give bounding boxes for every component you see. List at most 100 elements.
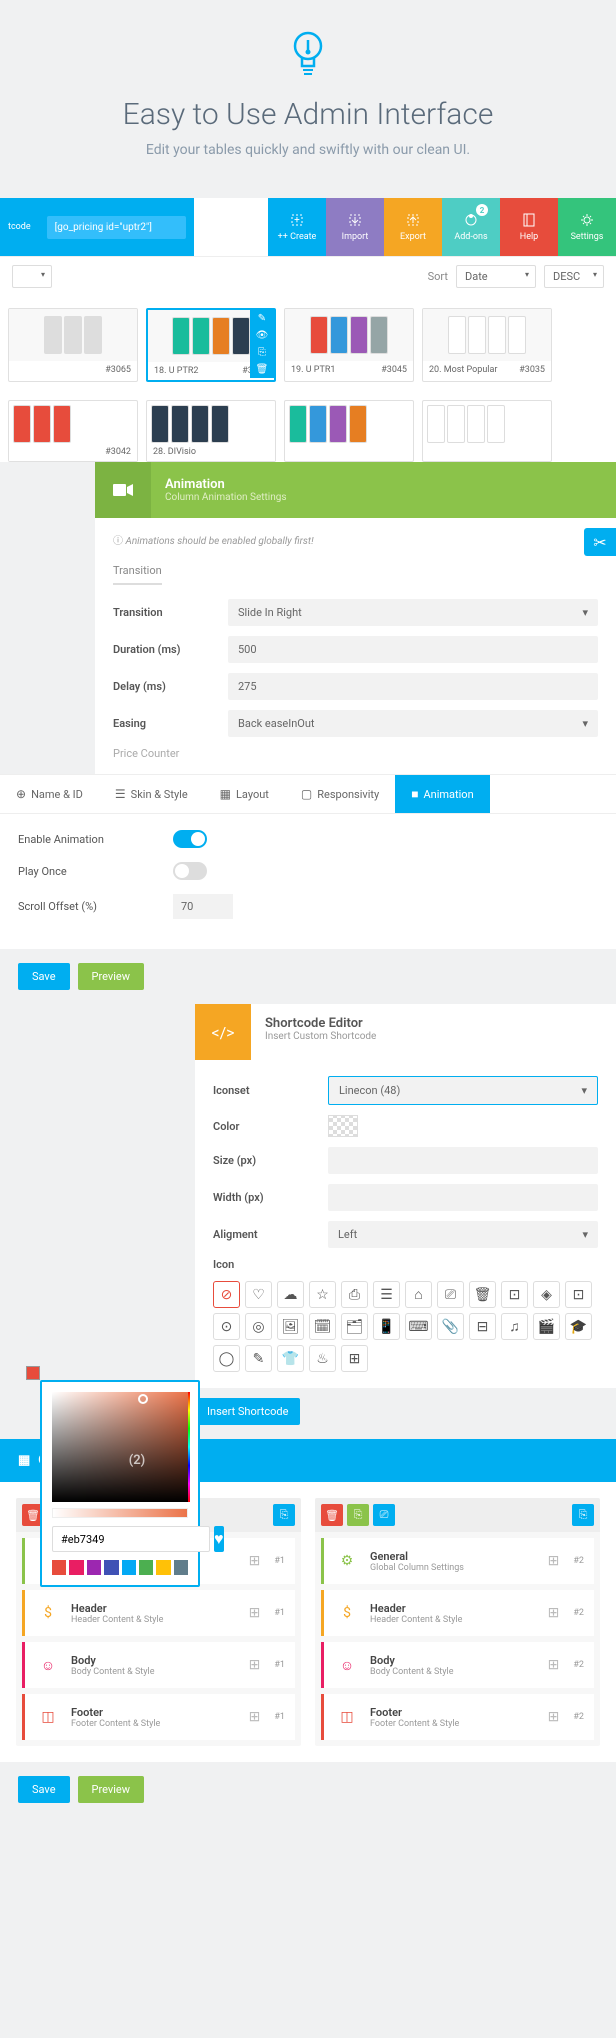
icon-option[interactable]: ⌂	[405, 1281, 432, 1308]
icon-option[interactable]: ◈	[533, 1281, 560, 1308]
icon-option[interactable]: ♡	[245, 1281, 272, 1308]
add-icon[interactable]: ⊞	[249, 1709, 261, 1725]
icon-option[interactable]: ⊘	[213, 1281, 240, 1308]
tab-skin-style[interactable]: ☰Skin & Style	[99, 775, 204, 813]
scroll-offset-input[interactable]	[173, 894, 233, 919]
add-icon[interactable]: ⊞	[548, 1709, 560, 1725]
color-cursor[interactable]	[138, 1394, 148, 1404]
column-section-footer[interactable]: ◫FooterFooter Content & Style⊞#2	[321, 1694, 594, 1740]
preview-button[interactable]: Preview	[78, 1776, 144, 1803]
sliders-icon[interactable]: ⎚	[373, 1504, 395, 1526]
icon-option[interactable]: 🎬	[533, 1313, 560, 1340]
icon-option[interactable]: 🖼	[277, 1313, 304, 1340]
create-button[interactable]: +++ Create	[268, 198, 326, 256]
transition-select[interactable]: Slide In Right	[228, 599, 598, 626]
icon-option[interactable]: 🗂	[341, 1313, 368, 1340]
alpha-slider[interactable]	[52, 1508, 188, 1518]
icon-option[interactable]: ☁	[277, 1281, 304, 1308]
settings-button[interactable]: Settings	[558, 198, 616, 256]
swatch[interactable]	[139, 1560, 153, 1575]
delete-icon[interactable]: 🗑	[321, 1504, 343, 1526]
template-card[interactable]: 20. Most Popular#3035	[422, 308, 552, 382]
add-icon[interactable]: ⊞	[249, 1553, 261, 1569]
alignment-select[interactable]: Left	[328, 1221, 598, 1248]
template-card[interactable]: 19. U PTR1#3045	[284, 308, 414, 382]
swatch[interactable]	[87, 1560, 101, 1575]
template-card[interactable]	[284, 400, 414, 462]
duration-input[interactable]	[228, 636, 598, 663]
tab-animation[interactable]: ■Animation	[395, 775, 489, 813]
import-button[interactable]: Import	[326, 198, 384, 256]
delay-input[interactable]	[228, 673, 598, 700]
icon-option[interactable]: 🗑	[469, 1281, 496, 1308]
cut-tab-icon[interactable]: ✂	[584, 528, 616, 556]
iconset-select[interactable]: Linecon (48)	[328, 1076, 598, 1105]
width-input[interactable]	[328, 1184, 598, 1211]
icon-option[interactable]: 📱	[373, 1313, 400, 1340]
addons-button[interactable]: 2Add-ons	[442, 198, 500, 256]
swatch[interactable]	[52, 1560, 66, 1575]
add-icon[interactable]: ⊞	[249, 1657, 261, 1673]
icon-option[interactable]: ◯	[213, 1345, 240, 1372]
enable-animation-toggle[interactable]	[173, 830, 207, 848]
template-card[interactable]	[422, 400, 552, 462]
save-button[interactable]: Save	[18, 1776, 70, 1803]
template-card[interactable]: #3042	[8, 400, 138, 462]
copy-icon[interactable]: ⎘	[347, 1504, 369, 1526]
color-swatch[interactable]	[328, 1115, 358, 1137]
duplicate-icon[interactable]: ⎘	[273, 1504, 295, 1526]
icon-option[interactable]: ⊙	[213, 1313, 240, 1340]
add-icon[interactable]: ⊞	[548, 1553, 560, 1569]
icon-option[interactable]: ◎	[245, 1313, 272, 1340]
icon-option[interactable]: ⊡	[501, 1281, 528, 1308]
help-button[interactable]: Help	[500, 198, 558, 256]
icon-option[interactable]: ✎	[245, 1345, 272, 1372]
hex-input[interactable]	[52, 1526, 210, 1552]
column-section-footer[interactable]: ◫FooterFooter Content & Style⊞#1	[22, 1694, 295, 1740]
icon-option[interactable]: 👕	[277, 1345, 304, 1372]
insert-shortcode-button[interactable]: Insert Shortcode	[195, 1398, 300, 1425]
export-button[interactable]: Export	[384, 198, 442, 256]
icon-option[interactable]: ☆	[309, 1281, 336, 1308]
icon-option[interactable]: ⊞	[341, 1345, 368, 1372]
column-section-body[interactable]: ☺BodyBody Content & Style⊞#2	[321, 1642, 594, 1688]
swatch[interactable]	[122, 1560, 136, 1575]
icon-option[interactable]: 🎓	[565, 1313, 592, 1340]
icon-option[interactable]: 🗓	[309, 1313, 336, 1340]
icon-option[interactable]: ⊟	[469, 1313, 496, 1340]
tab-name-id[interactable]: ⊕Name & ID	[0, 775, 99, 813]
easing-select[interactable]: Back easeInOut	[228, 710, 598, 737]
duplicate-icon[interactable]: ⎘	[572, 1504, 594, 1526]
icon-option[interactable]: ☰	[373, 1281, 400, 1308]
icon-option[interactable]: ♫	[501, 1313, 528, 1340]
template-card[interactable]: #3065	[8, 308, 138, 382]
column-section-body[interactable]: ☺BodyBody Content & Style⊞#1	[22, 1642, 295, 1688]
icon-option[interactable]: ♨	[309, 1345, 336, 1372]
size-input[interactable]	[328, 1147, 598, 1174]
template-card[interactable]: 28. DIVisio	[146, 400, 276, 462]
icon-option[interactable]: ⊡	[565, 1281, 592, 1308]
icon-option[interactable]: ⎚	[437, 1281, 464, 1308]
column-section-general[interactable]: ⚙GeneralGlobal Column Settings⊞#2	[321, 1538, 594, 1584]
drag-handle-icon[interactable]	[26, 1366, 40, 1380]
icon-option[interactable]: ⌨	[405, 1313, 432, 1340]
favorite-icon[interactable]: ♥	[214, 1526, 224, 1552]
add-icon[interactable]: ⊞	[548, 1605, 560, 1621]
sort-field[interactable]: Date	[456, 265, 536, 288]
save-button[interactable]: Save	[18, 963, 70, 990]
swatch[interactable]	[69, 1560, 83, 1575]
column-section-header[interactable]: $HeaderHeader Content & Style⊞#2	[321, 1590, 594, 1636]
filter-category[interactable]	[12, 265, 52, 288]
sort-direction[interactable]: DESC	[544, 265, 604, 288]
add-icon[interactable]: ⊞	[548, 1657, 560, 1673]
icon-option[interactable]: ⎙	[341, 1281, 368, 1308]
play-once-toggle[interactable]	[173, 862, 207, 880]
swatch[interactable]	[104, 1560, 118, 1575]
tab-responsivity[interactable]: ▢Responsivity	[285, 775, 395, 813]
swatch[interactable]	[156, 1560, 170, 1575]
add-icon[interactable]: ⊞	[249, 1605, 261, 1621]
shortcode-input[interactable]	[47, 216, 186, 239]
swatch[interactable]	[174, 1560, 188, 1575]
preview-button[interactable]: Preview	[78, 963, 144, 990]
tab-layout[interactable]: ▦Layout	[204, 775, 285, 813]
